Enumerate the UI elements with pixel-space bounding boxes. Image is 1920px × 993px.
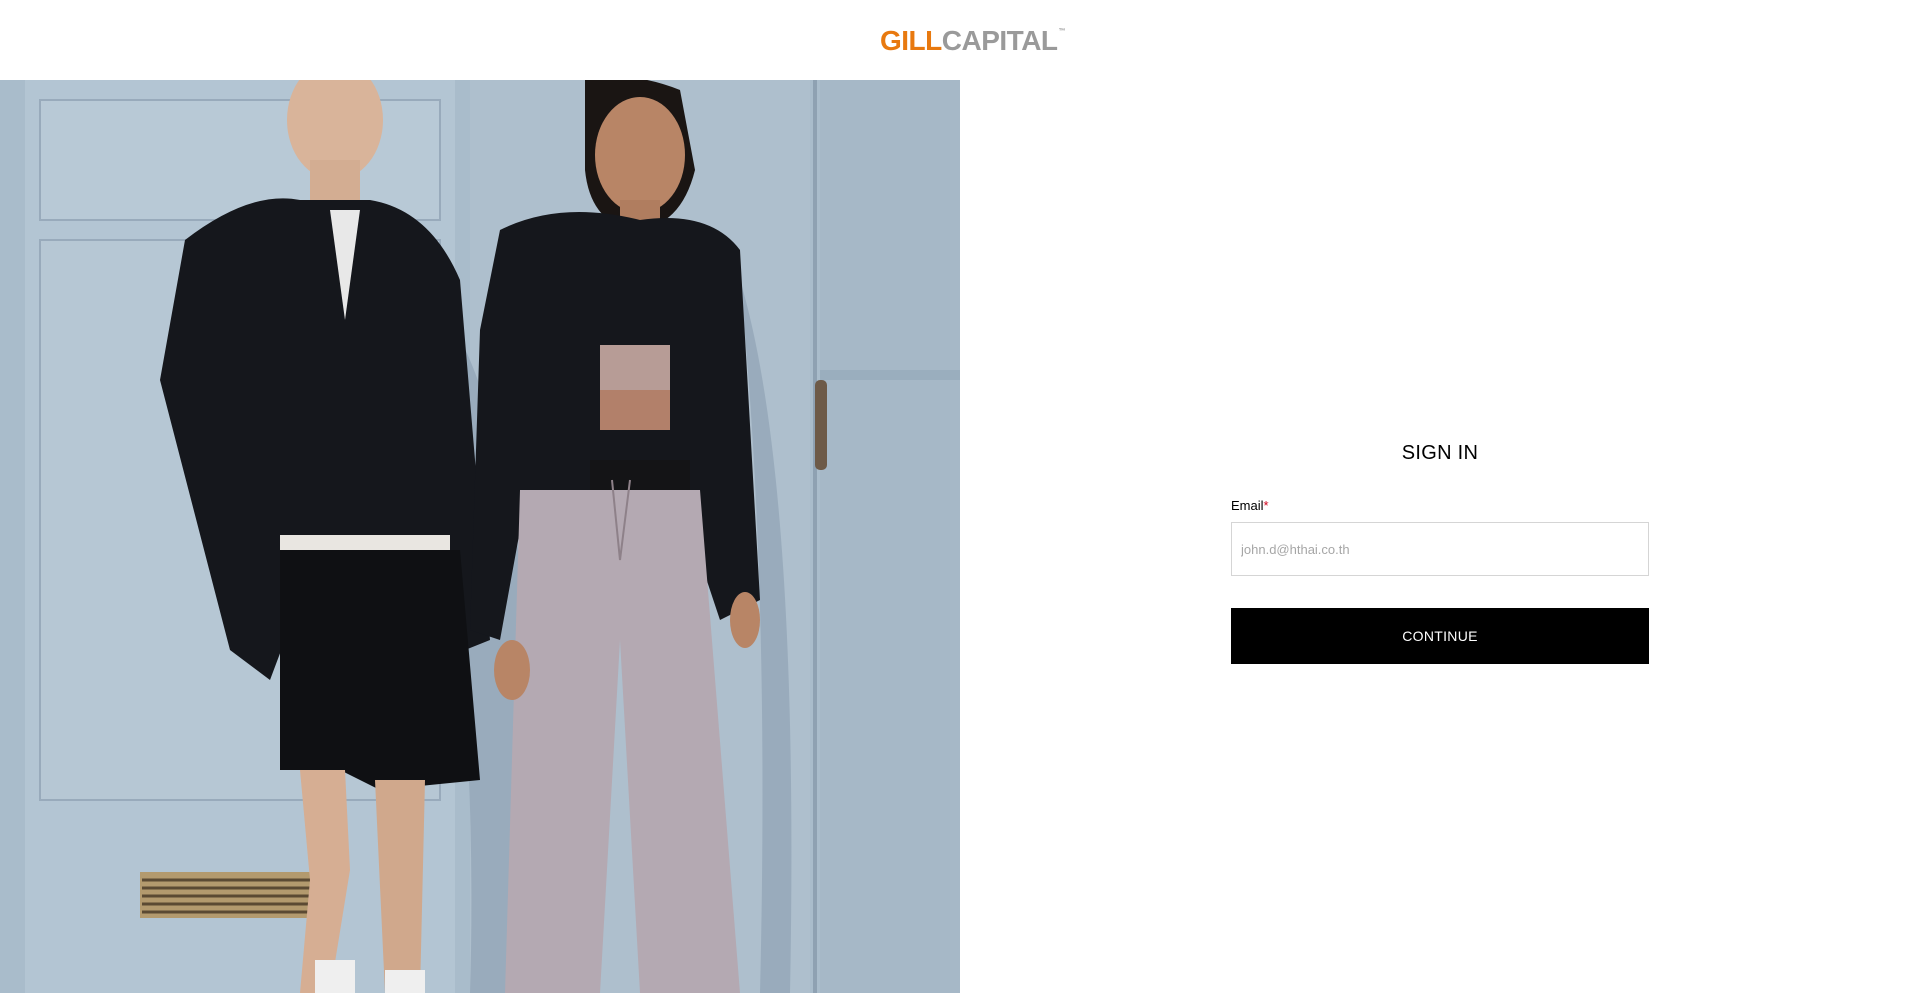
logo-gill-text: GILL <box>880 25 942 56</box>
email-field[interactable] <box>1231 522 1649 576</box>
logo-trademark: ™ <box>1058 28 1066 35</box>
logo-capital-text: CAPITAL <box>941 25 1058 56</box>
hero-image <box>0 80 960 993</box>
email-label-text: Email <box>1231 498 1264 513</box>
email-label: Email* <box>1231 498 1649 514</box>
site-header: GILL CAPITAL ™ <box>0 0 1920 80</box>
required-marker: * <box>1263 498 1269 513</box>
signin-panel: SIGN IN Email* CONTINUE <box>1231 438 1649 664</box>
continue-button[interactable]: CONTINUE <box>1231 608 1649 664</box>
fashion-photo-image <box>0 80 960 993</box>
gill-capital-logo[interactable]: GILL CAPITAL ™ <box>880 24 1065 56</box>
signin-title: SIGN IN <box>1401 442 1479 464</box>
